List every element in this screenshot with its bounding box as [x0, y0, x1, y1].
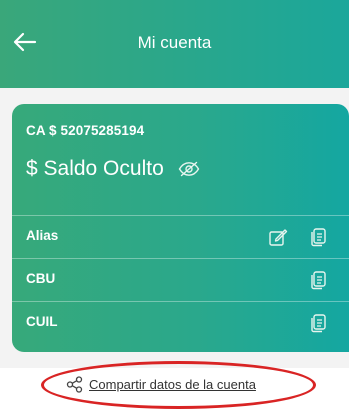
copy-alias-button[interactable] [308, 227, 328, 247]
share-account-label: Compartir datos de la cuenta [89, 377, 256, 392]
share-account-link[interactable]: Compartir datos de la cuenta [66, 376, 256, 393]
app-header: Mi cuenta [0, 0, 349, 88]
edit-icon [269, 229, 288, 246]
copy-icon [311, 228, 326, 247]
alias-row[interactable]: Alias [12, 215, 349, 258]
copy-icon [311, 271, 326, 290]
copy-cbu-button[interactable] [308, 270, 328, 290]
copy-icon [311, 314, 326, 333]
share-icon [66, 376, 83, 393]
alias-label: Alias [26, 228, 59, 243]
balance-label: $ Saldo Oculto [26, 157, 164, 180]
balance-display: $ Saldo Oculto [26, 157, 200, 181]
page-title: Mi cuenta [137, 33, 212, 52]
copy-cuil-button[interactable] [308, 313, 328, 333]
account-number: CA $ 52075285194 [26, 123, 145, 138]
cuil-label: CUIL [26, 314, 58, 329]
cbu-label: CBU [26, 271, 56, 286]
cuil-row[interactable]: CUIL [12, 301, 349, 352]
edit-alias-button[interactable] [268, 227, 288, 247]
account-screen: Mi cuenta CA $ 52075285194 $ Saldo Ocult… [0, 0, 349, 415]
cbu-row[interactable]: CBU [12, 258, 349, 301]
account-card: CA $ 52075285194 $ Saldo Oculto Alias CB… [12, 104, 349, 352]
eye-slash-icon[interactable] [178, 161, 200, 177]
